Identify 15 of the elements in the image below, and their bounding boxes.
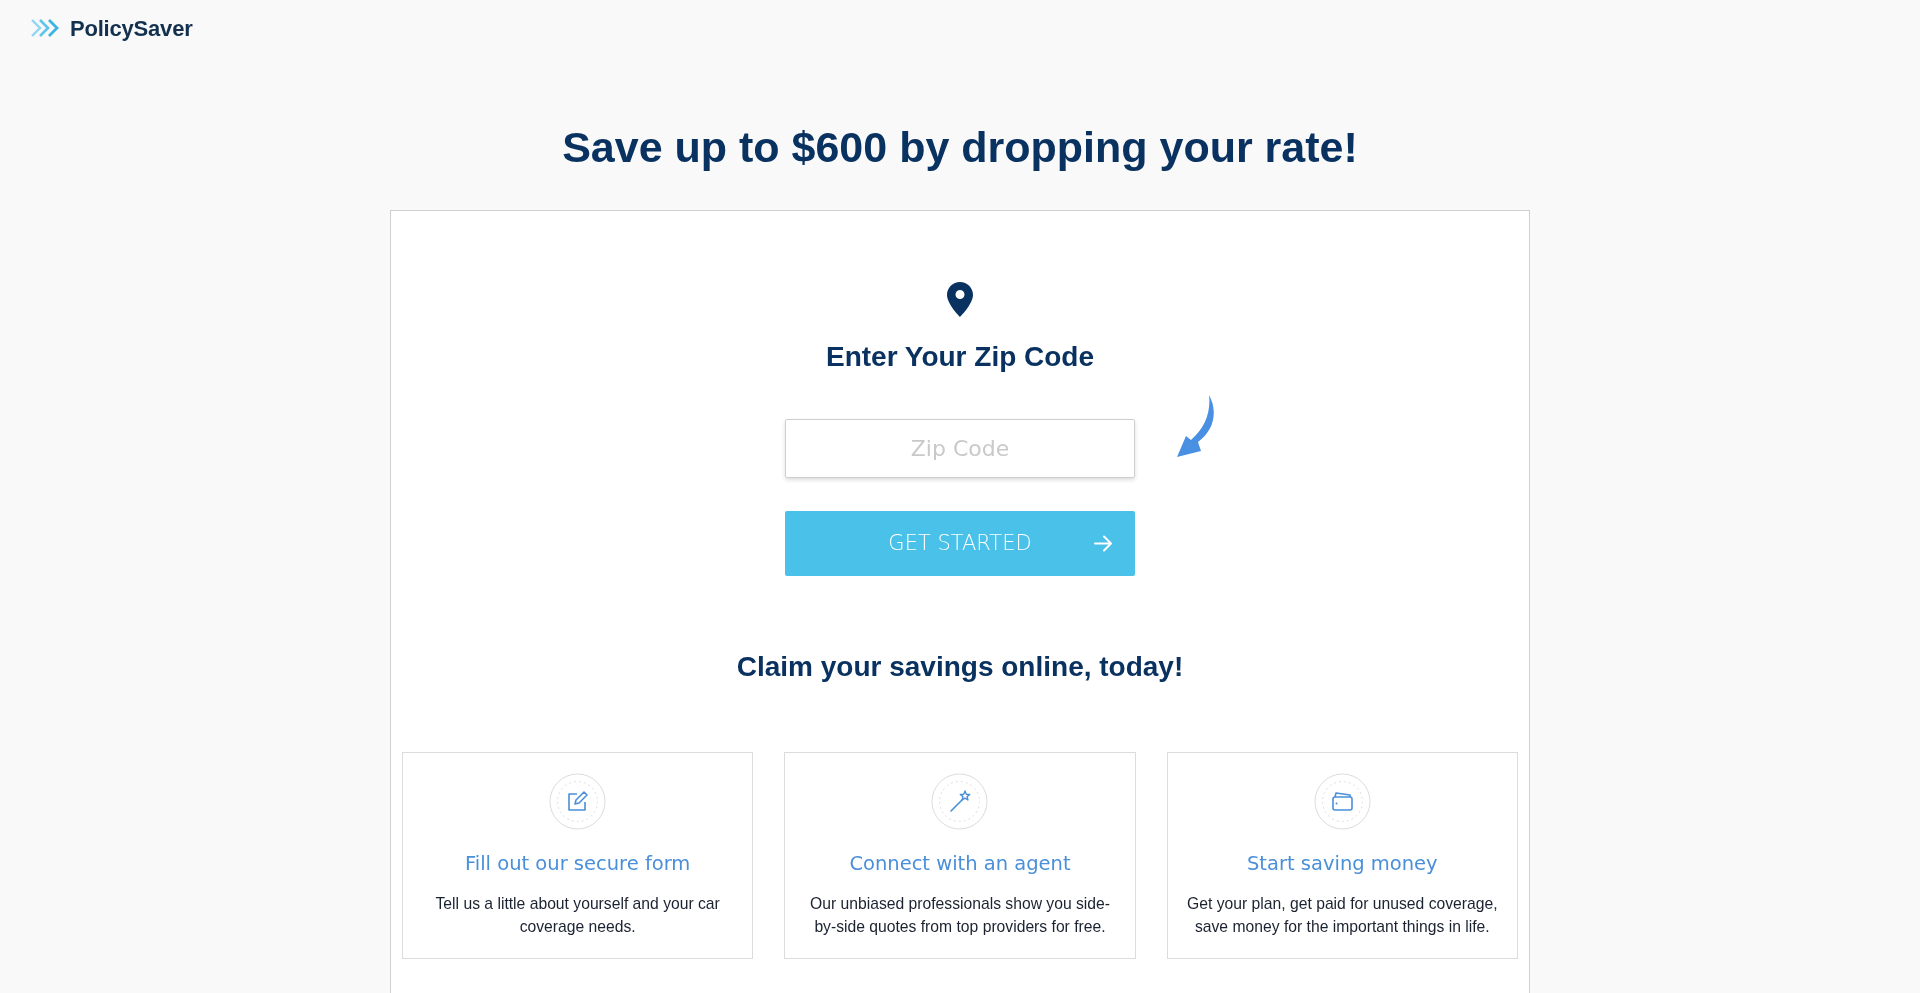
magic-wand-icon [931, 772, 989, 830]
feature-description: Our unbiased professionals show you side-by-side quotes from top providers for free. [809, 894, 1111, 938]
headline: Save up to $600 by dropping your rate! [561, 122, 1359, 173]
get-started-button[interactable]: GET STARTED [785, 511, 1135, 577]
map-pin-icon [947, 281, 973, 317]
feature-description: Get your plan, get paid for unused coverage, save money for the important things in life. [1186, 894, 1499, 938]
form-title: Enter Your Zip Code [824, 339, 1096, 374]
feature-description: Tell us a little about yourself and your car coverage needs. [434, 894, 721, 938]
wallet-icon [1313, 772, 1371, 830]
logo-text: PolicySaver [70, 14, 193, 43]
feature-title: Start saving money [1246, 851, 1439, 876]
feature-title: Fill out our secure form [463, 851, 692, 876]
feature-title: Connect with an agent [848, 851, 1072, 876]
subheading: Claim your savings online, today! [735, 650, 1185, 684]
arrow-right-icon [1094, 535, 1113, 553]
